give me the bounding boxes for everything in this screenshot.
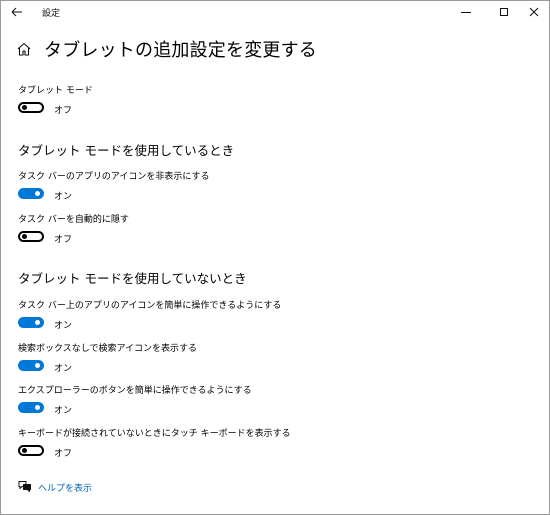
hide-taskbar-icons-state: オン [54,192,73,202]
easy-taskbar-icons-toggle[interactable] [18,317,44,328]
hide-taskbar-icons-toggle[interactable] [18,188,44,199]
help-chat-icon[interactable] [18,480,32,493]
search-icon-setting-state: オン [54,364,73,374]
auto-hide-taskbar-toggle[interactable] [18,231,44,242]
home-icon [17,42,31,56]
easy-taskbar-icons-label: タスク バー上のアプリのアイコンを簡単に操作できるようにする [18,301,282,311]
back-button[interactable] [5,1,29,25]
search-icon-setting-label: 検索ボックスなしで検索アイコンを表示する [18,344,198,354]
home-button[interactable] [16,41,32,57]
maximize-icon [500,8,508,16]
close-button[interactable] [517,1,549,25]
toggle-knob [35,191,40,196]
page-title: タブレットの追加設定を変更する [44,40,317,61]
explorer-buttons-label: エクスプローラーのボタンを簡単に操作できるようにする [18,386,252,396]
toggle-knob [35,363,40,368]
toggle-knob [35,320,40,325]
search-icon-setting-toggle[interactable] [18,360,44,371]
hide-taskbar-icons-label: タスク バーのアプリのアイコンを非表示にする [18,172,210,182]
toggle-knob [22,448,27,453]
toggle-knob [35,405,40,410]
help-link[interactable]: ヘルプを表示 [38,481,92,494]
settings-window: 設定 タブレットの追加設定を変更する タブレット モード オフ タブレット モー… [0,0,550,515]
tablet-mode-state: オフ [54,106,73,116]
tablet-mode-toggle[interactable] [18,102,44,113]
section-heading-not-in-use: タブレット モードを使用していないとき [18,271,247,286]
explorer-buttons-toggle[interactable] [18,402,44,413]
close-icon [529,7,539,17]
toggle-knob [22,234,27,239]
touch-keyboard-state: オフ [54,449,73,459]
section-heading-in-use: タブレット モードを使用しているとき [18,143,235,158]
explorer-buttons-state: オン [54,406,73,416]
touch-keyboard-label: キーボードが接続されていないときにタッチ キーボードを表示する [18,429,291,439]
window-title: 設定 [42,9,61,19]
minimize-button[interactable] [449,1,483,25]
auto-hide-taskbar-label: タスク バーを自動的に隠す [18,215,129,225]
auto-hide-taskbar-state: オフ [54,235,73,245]
minimize-icon [461,12,471,13]
maximize-button[interactable] [485,1,519,25]
toggle-knob [22,105,27,110]
easy-taskbar-icons-state: オン [54,321,73,331]
title-bar: 設定 [1,1,549,25]
back-arrow-icon [11,7,22,17]
tablet-mode-label: タブレット モード [18,86,93,96]
touch-keyboard-toggle[interactable] [18,445,44,456]
